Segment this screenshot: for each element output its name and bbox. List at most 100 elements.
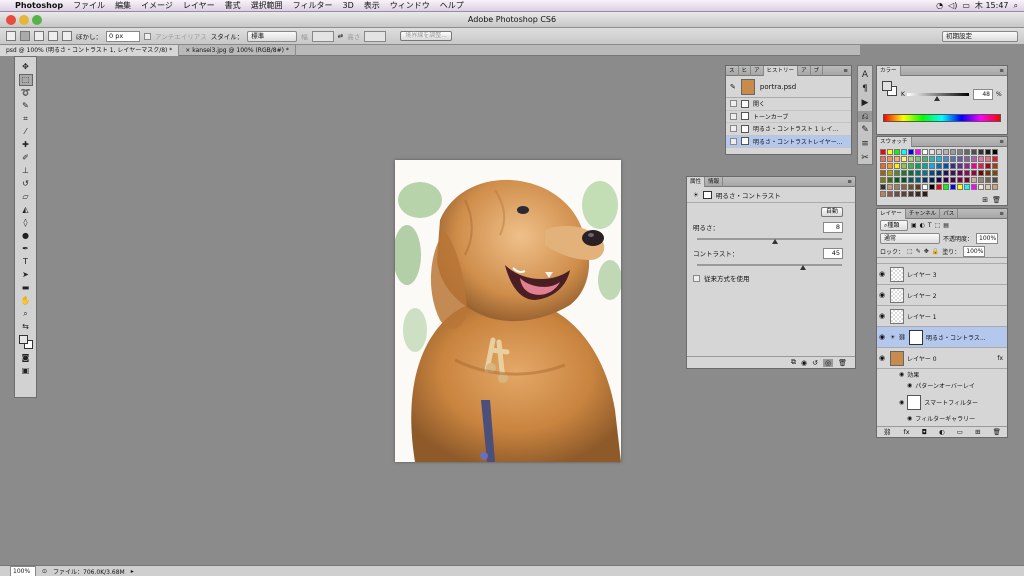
color-swatch[interactable] xyxy=(985,149,991,155)
color-swatch[interactable] xyxy=(936,177,942,183)
healing-brush-tool-icon[interactable]: ✚ xyxy=(19,139,33,151)
color-swatch[interactable] xyxy=(922,177,928,183)
color-swatch[interactable] xyxy=(894,184,900,190)
gray-value-input[interactable]: 48 xyxy=(973,89,993,100)
color-swatch[interactable] xyxy=(950,163,956,169)
eye-icon[interactable]: ◉ xyxy=(899,399,904,406)
tab-history[interactable]: ヒストリー xyxy=(763,65,799,76)
gray-slider[interactable] xyxy=(907,93,969,101)
panel-menu-icon[interactable]: ≡ xyxy=(999,211,1007,217)
color-swatch[interactable] xyxy=(992,170,998,176)
minimize-window-icon[interactable] xyxy=(19,15,29,25)
pattern-overlay-row[interactable]: ◉ パターンオーバーレイ xyxy=(877,380,1007,391)
opacity-input[interactable]: 100% xyxy=(976,233,999,244)
color-swatch[interactable] xyxy=(887,191,893,197)
eye-icon[interactable]: ◉ xyxy=(877,354,887,362)
clock[interactable]: 木 15:47 xyxy=(975,0,1009,11)
add-mask-icon[interactable]: ◘ xyxy=(922,428,927,436)
color-swatch[interactable] xyxy=(908,170,914,176)
color-swatch[interactable] xyxy=(908,149,914,155)
battery-icon[interactable]: ▭ xyxy=(962,1,970,10)
color-swatch[interactable] xyxy=(894,170,900,176)
color-swatch[interactable] xyxy=(880,191,886,197)
panel-menu-icon[interactable]: ≡ xyxy=(999,139,1007,145)
color-swatch[interactable] xyxy=(887,149,893,155)
color-swatch[interactable] xyxy=(894,156,900,162)
brightness-slider[interactable] xyxy=(697,238,842,244)
menu-select[interactable]: 選択範囲 xyxy=(246,0,288,11)
status-menu-arrow-icon[interactable]: ▸ xyxy=(131,568,134,575)
rectangle-tool-icon[interactable]: ▬ xyxy=(19,282,33,294)
lock-position-icon[interactable]: ✥ xyxy=(924,248,929,255)
color-swatch[interactable] xyxy=(971,184,977,190)
color-swatch[interactable] xyxy=(971,149,977,155)
zoom-tool-icon[interactable]: ⌕ xyxy=(19,308,33,320)
color-swatch[interactable] xyxy=(901,177,907,183)
color-swatch[interactable] xyxy=(901,156,907,162)
filter-shape-icon[interactable]: ⬚ xyxy=(935,222,941,229)
brush-presets-icon[interactable]: ✎ xyxy=(858,124,872,136)
color-swatch[interactable] xyxy=(908,163,914,169)
color-swatch[interactable] xyxy=(950,149,956,155)
wifi-icon[interactable]: ◔ xyxy=(936,1,943,10)
color-swatch[interactable] xyxy=(922,163,928,169)
menu-window[interactable]: ウィンドウ xyxy=(385,0,435,11)
color-swatch[interactable] xyxy=(964,156,970,162)
color-swatch[interactable] xyxy=(929,149,935,155)
color-swatch[interactable] xyxy=(950,170,956,176)
color-swatch[interactable] xyxy=(950,156,956,162)
color-swatch[interactable] xyxy=(943,156,949,162)
color-swatch[interactable] xyxy=(978,177,984,183)
color-swatch[interactable] xyxy=(915,191,921,197)
color-swatch[interactable] xyxy=(908,177,914,183)
filter-adjustment-icon[interactable]: ◐ xyxy=(920,222,925,229)
color-swatch[interactable] xyxy=(915,170,921,176)
tab-layers[interactable]: レイヤー xyxy=(877,208,906,219)
trash-icon[interactable]: 🗑 xyxy=(838,359,847,367)
color-swatch[interactable] xyxy=(880,149,886,155)
color-swatch[interactable] xyxy=(922,191,928,197)
reset-icon[interactable]: ↺ xyxy=(812,359,818,367)
color-swatch[interactable] xyxy=(936,156,942,162)
color-swatch[interactable] xyxy=(964,170,970,176)
color-swatch[interactable] xyxy=(901,170,907,176)
marquee-tool-icon[interactable]: ⬚ xyxy=(18,74,33,86)
brightness-slider-thumb[interactable] xyxy=(772,239,779,244)
screen-mode-icon[interactable]: ▣ xyxy=(19,365,33,377)
feather-input[interactable]: 0 px xyxy=(106,30,140,42)
color-swatch[interactable] xyxy=(971,163,977,169)
quick-select-tool-icon[interactable]: ✎ xyxy=(19,100,33,112)
color-swatch[interactable] xyxy=(936,170,942,176)
color-swatch[interactable] xyxy=(978,156,984,162)
new-group-icon[interactable]: ▭ xyxy=(957,428,963,436)
tab-info[interactable]: ヒ xyxy=(739,65,752,76)
color-swatch[interactable] xyxy=(887,163,893,169)
eyedropper-tool-icon[interactable]: ⁄ xyxy=(19,126,33,138)
color-swatch[interactable] xyxy=(957,156,963,162)
history-item[interactable]: 明るさ・コントラスト 1 レイ... xyxy=(726,123,851,136)
color-swatch[interactable] xyxy=(887,156,893,162)
tab-kansei3[interactable]: × kansei3.jpg @ 100% (RGB/8#) * xyxy=(179,45,296,56)
history-brush-source-checkbox[interactable] xyxy=(730,112,737,120)
color-swatch[interactable] xyxy=(985,184,991,190)
color-swatch[interactable] xyxy=(978,163,984,169)
volume-icon[interactable]: ◁) xyxy=(948,1,957,10)
color-swatch[interactable] xyxy=(922,170,928,176)
new-selection-icon[interactable] xyxy=(20,31,30,41)
swap-icon[interactable]: ⇄ xyxy=(338,32,343,40)
color-swatch[interactable] xyxy=(943,149,949,155)
eye-icon[interactable]: ◉ xyxy=(899,371,904,378)
close-icon[interactable]: × xyxy=(185,47,190,54)
layer-row[interactable]: ◉ レイヤー 3 xyxy=(877,264,1007,285)
lock-pixels-icon[interactable]: ✎ xyxy=(916,248,921,255)
color-swatch[interactable] xyxy=(887,177,893,183)
color-swatch[interactable] xyxy=(894,149,900,155)
color-swatch[interactable] xyxy=(985,156,991,162)
color-swatch[interactable] xyxy=(915,149,921,155)
tab-color[interactable]: カラー xyxy=(877,65,901,76)
color-swatch[interactable] xyxy=(943,170,949,176)
color-swatch[interactable] xyxy=(915,163,921,169)
menu-image[interactable]: イメージ xyxy=(136,0,178,11)
spotlight-icon[interactable]: ⌕ xyxy=(1014,1,1018,11)
color-swatch[interactable] xyxy=(971,170,977,176)
